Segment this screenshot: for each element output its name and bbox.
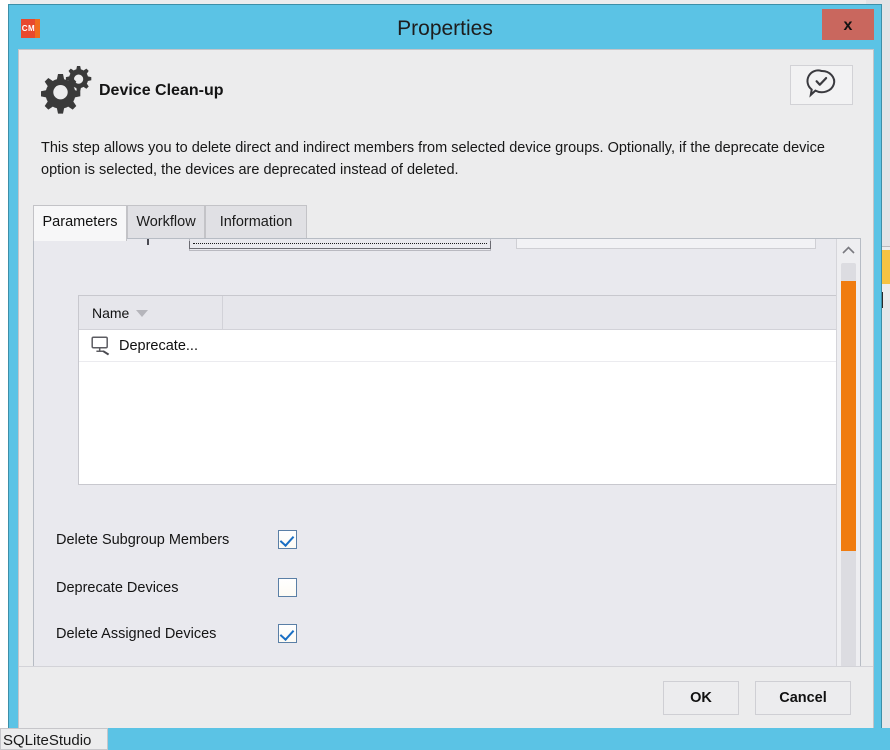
step-header: Device Clean-up bbox=[19, 50, 873, 126]
column-header-name-label: Name bbox=[92, 305, 130, 321]
dialog-client-area: Device Clean-up This step allows you to … bbox=[18, 49, 874, 729]
cm-icon-label: CM bbox=[21, 24, 36, 33]
device-group-list: Name Deprecate... bbox=[78, 295, 852, 485]
column-header-blank[interactable] bbox=[223, 296, 852, 330]
taskbar: SQLiteStudio bbox=[0, 728, 890, 750]
checkbox-label-delete-assigned-devices: Delete Assigned Devices bbox=[56, 626, 217, 642]
gears-icon bbox=[40, 62, 95, 114]
checkbox-delete-assigned-devices[interactable] bbox=[278, 624, 297, 643]
dialog-footer: OK Cancel bbox=[19, 666, 873, 728]
vertical-scrollbar[interactable] bbox=[836, 239, 860, 691]
title-bar[interactable]: CM Properties x bbox=[9, 5, 881, 53]
clipped-secondary-field[interactable] bbox=[516, 239, 816, 249]
step-description: This step allows you to delete direct an… bbox=[41, 140, 825, 179]
tab-information[interactable]: Information bbox=[205, 205, 307, 239]
tab-workflow[interactable]: Workflow bbox=[127, 205, 205, 239]
taskbar-item-sqlitestudio[interactable]: SQLiteStudio bbox=[0, 728, 108, 750]
comment-check-icon[interactable] bbox=[790, 65, 853, 105]
ok-button[interactable]: OK bbox=[663, 681, 739, 715]
checkbox-row-delete-assigned-devices: Delete Assigned Devices bbox=[56, 621, 316, 647]
properties-dialog: CM Properties x Device Clean-up This ste… bbox=[8, 4, 882, 736]
chevron-up-icon[interactable] bbox=[837, 239, 860, 261]
clipped-marker bbox=[147, 239, 149, 245]
checkbox-row-delete-subgroup-members: Delete Subgroup Members bbox=[56, 527, 316, 553]
tab-strip: Parameters Workflow Information bbox=[33, 205, 861, 241]
checkbox-delete-subgroup-members[interactable] bbox=[278, 530, 297, 549]
checkbox-row-deprecate-devices: Deprecate Devices bbox=[56, 575, 316, 601]
column-header-name[interactable]: Name bbox=[79, 296, 223, 330]
desktop-background: CM Properties x Device Clean-up This ste… bbox=[0, 0, 890, 750]
table-cell-name: Deprecate... bbox=[119, 338, 198, 354]
vertical-scrollbar-thumb[interactable] bbox=[841, 281, 856, 551]
clipped-focused-field-outline bbox=[189, 241, 491, 249]
checkbox-deprecate-devices[interactable] bbox=[278, 578, 297, 597]
cancel-button[interactable]: Cancel bbox=[755, 681, 851, 715]
parameters-panel: Name Deprecate... Delete Subgroup Member… bbox=[33, 238, 861, 692]
checkbox-label-deprecate-devices: Deprecate Devices bbox=[56, 580, 179, 596]
page-title: Properties bbox=[397, 17, 493, 40]
tab-parameters[interactable]: Parameters bbox=[33, 205, 127, 241]
device-monitor-icon bbox=[91, 336, 113, 356]
close-button[interactable]: x bbox=[822, 9, 874, 40]
sort-descending-icon bbox=[136, 309, 149, 317]
step-title: Device Clean-up bbox=[99, 82, 224, 99]
checkbox-label-delete-subgroup-members: Delete Subgroup Members bbox=[56, 532, 230, 548]
list-header: Name bbox=[79, 296, 851, 330]
table-row[interactable]: Deprecate... bbox=[79, 330, 851, 362]
